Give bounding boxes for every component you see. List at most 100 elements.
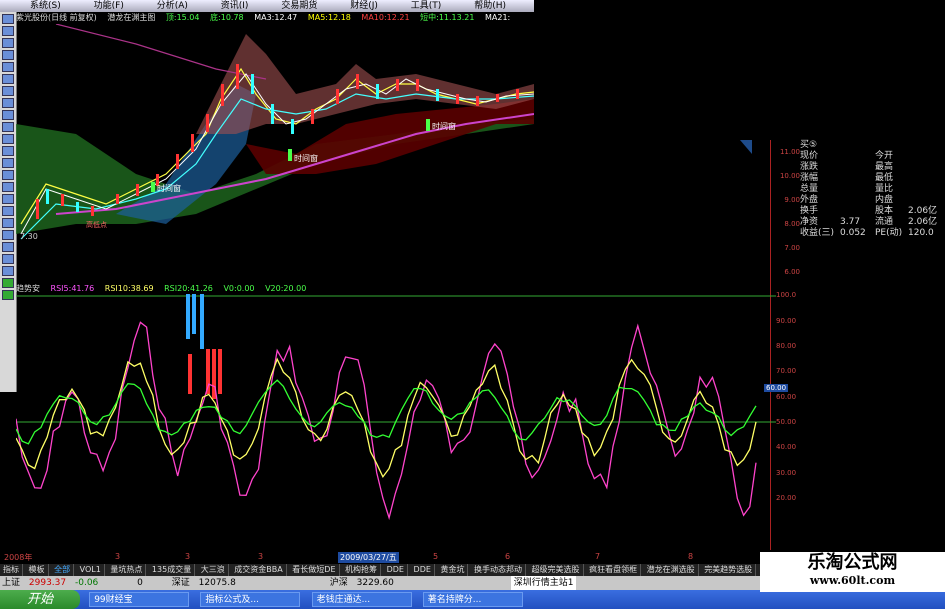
candle xyxy=(91,206,94,216)
tab-trend[interactable]: 完美趋势选股 xyxy=(701,564,757,576)
hs-index-value: 3229.60 xyxy=(356,578,394,588)
candle xyxy=(36,199,39,219)
toolbar-icon-1[interactable] xyxy=(2,14,14,24)
scroll-arrow-icon[interactable] xyxy=(740,140,752,154)
menu-bar: 系统(S) 功能(F) 分析(A) 资讯(I) 交易期货 财经(J) 工具(T)… xyxy=(0,0,534,12)
candle xyxy=(336,89,339,104)
menu-item-finance[interactable]: 财经(J) xyxy=(350,0,378,12)
toolbar-icon-16[interactable] xyxy=(2,194,14,204)
rsi-tick: 90.00 xyxy=(776,317,797,325)
rsi-chart[interactable] xyxy=(16,294,776,544)
sh-index-volume: 0 xyxy=(137,578,143,588)
rsi-current-value: 60.00 xyxy=(764,384,789,392)
candle xyxy=(46,189,49,204)
server-name[interactable]: 深圳行情主站1 xyxy=(510,576,577,590)
tab-indicator[interactable]: 指标 xyxy=(0,564,23,576)
tab-vol1[interactable]: VOL1 xyxy=(77,564,105,576)
toolbar-icon-9[interactable] xyxy=(2,110,14,120)
menu-item-futures[interactable]: 交易期货 xyxy=(281,0,317,12)
quote-row: 外盘 内盘 xyxy=(800,195,894,205)
v0-value: V0:0.00 xyxy=(223,284,255,293)
short-mid-value: 短中:11.13.21 xyxy=(420,13,475,22)
candle xyxy=(311,109,314,124)
rsi-tick: 100.0 xyxy=(776,291,797,299)
toolbar-icon-22[interactable] xyxy=(2,266,14,276)
date-tick: 3 xyxy=(115,552,121,561)
price-scale: 11.00 10.00 9.00 8.00 7.00 6.00 xyxy=(772,140,800,284)
candle xyxy=(206,114,209,132)
tab-turnover[interactable]: 换手动态邦动 xyxy=(471,564,526,576)
toolbar-icon-17[interactable] xyxy=(2,206,14,216)
tab-dragon[interactable]: 潜龙在渊选股 xyxy=(644,564,699,576)
price-chart[interactable]: 时间窗 时间窗 时间窗 高低点 7.30 xyxy=(16,24,534,246)
toolbar-icon-8[interactable] xyxy=(2,98,14,108)
start-button[interactable]: 开始 xyxy=(0,590,80,609)
candle xyxy=(476,96,479,106)
taskbar-item[interactable]: 老钱庄通达... xyxy=(311,592,412,607)
ind-bottom: 底:10.78 xyxy=(210,13,244,22)
toolbar-icon-21[interactable] xyxy=(2,254,14,264)
quote-row: 现价 今开 xyxy=(800,151,894,161)
signal-bars xyxy=(186,294,222,399)
sz-index-value: 12075.8 xyxy=(198,578,236,588)
menu-item-analysis[interactable]: 分析(A) xyxy=(157,0,188,12)
ma5-value: MA5:12.18 xyxy=(307,13,351,22)
signal-bar xyxy=(218,349,222,394)
indicator-title[interactable]: 趋势安 xyxy=(16,284,40,293)
menu-item-function[interactable]: 功能(F) xyxy=(94,0,124,12)
price-tick: 9.00 xyxy=(784,196,800,204)
toolbar-icon-2[interactable] xyxy=(2,26,14,36)
taskbar-item[interactable]: 著名持牌分... xyxy=(422,592,523,607)
price-tick: 8.00 xyxy=(784,220,800,228)
menu-item-info[interactable]: 资讯(I) xyxy=(221,0,249,12)
toolbar-icon-20[interactable] xyxy=(2,242,14,252)
candle xyxy=(356,74,359,89)
toolbar-icon-12[interactable] xyxy=(2,146,14,156)
toolbar-icon-6[interactable] xyxy=(2,74,14,84)
price-tick: 7.00 xyxy=(784,244,800,252)
toolbar-icon-11[interactable] xyxy=(2,134,14,144)
menu-item-help[interactable]: 帮助(H) xyxy=(474,0,506,12)
tab-perfect[interactable]: 超级完美选股 xyxy=(529,564,584,576)
toolbar-icon-7[interactable] xyxy=(2,86,14,96)
quote-row: 净资 3.77 流通 2.06亿 xyxy=(800,217,938,227)
tab-dde[interactable]: DDE xyxy=(384,564,408,576)
toolbar-icon-19[interactable] xyxy=(2,230,14,240)
tab-dde-2[interactable]: DDE xyxy=(411,564,435,576)
taskbar-item[interactable]: 99财经宝 xyxy=(89,592,190,607)
taskbar-item[interactable]: 指标公式及... xyxy=(200,592,301,607)
toolbar-icon-23[interactable] xyxy=(2,278,14,288)
signal-bar xyxy=(188,354,192,394)
price-tick: 11.00 xyxy=(779,148,800,156)
tab-hot[interactable]: 量坑热点 xyxy=(107,564,147,576)
toolbar-icon-24[interactable] xyxy=(2,290,14,300)
menu-item-tools[interactable]: 工具(T) xyxy=(411,0,442,12)
toolbar-icon-3[interactable] xyxy=(2,38,14,48)
time-window-marker-1 xyxy=(151,182,155,192)
toolbar-icon-15[interactable] xyxy=(2,182,14,192)
ma10-value: MA10:12.21 xyxy=(361,13,410,22)
rsi10-line xyxy=(16,357,757,479)
tab-three-waves[interactable]: 大三浪 xyxy=(198,564,229,576)
quote-row: 收益(三) 0.052 PE(动) 120.0 xyxy=(800,228,934,238)
tab-gold-pit[interactable]: 黄金坑 xyxy=(437,564,469,576)
toolbar-icon-14[interactable] xyxy=(2,170,14,180)
tab-de[interactable]: 看长做短DE xyxy=(289,564,340,576)
tab-135vol[interactable]: 135成交量 xyxy=(149,564,196,576)
toolbar-icon-18[interactable] xyxy=(2,218,14,228)
toolbar-icon-13[interactable] xyxy=(2,158,14,168)
indicator-tabs: 指标 模板 全部 VOL1 量坑热点 135成交量 大三浪 成交资金BBA 看长… xyxy=(0,564,760,576)
menu-item-system[interactable]: 系统(S) xyxy=(30,0,61,12)
ma3-value: MA3:12.47 xyxy=(254,13,298,22)
tab-all[interactable]: 全部 xyxy=(51,564,75,576)
toolbar-icon-5[interactable] xyxy=(2,62,14,72)
date-tick: 3 xyxy=(185,552,191,561)
rsi-tick: 50.00 xyxy=(776,418,797,426)
tab-template[interactable]: 模板 xyxy=(26,564,49,576)
tab-crazy[interactable]: 疯狂看盘领框 xyxy=(586,564,642,576)
toolbar-icon-10[interactable] xyxy=(2,122,14,132)
tab-institution[interactable]: 机构抢筹 xyxy=(342,564,382,576)
tab-bba[interactable]: 成交资金BBA xyxy=(231,564,287,576)
candle xyxy=(191,134,194,152)
toolbar-icon-4[interactable] xyxy=(2,50,14,60)
